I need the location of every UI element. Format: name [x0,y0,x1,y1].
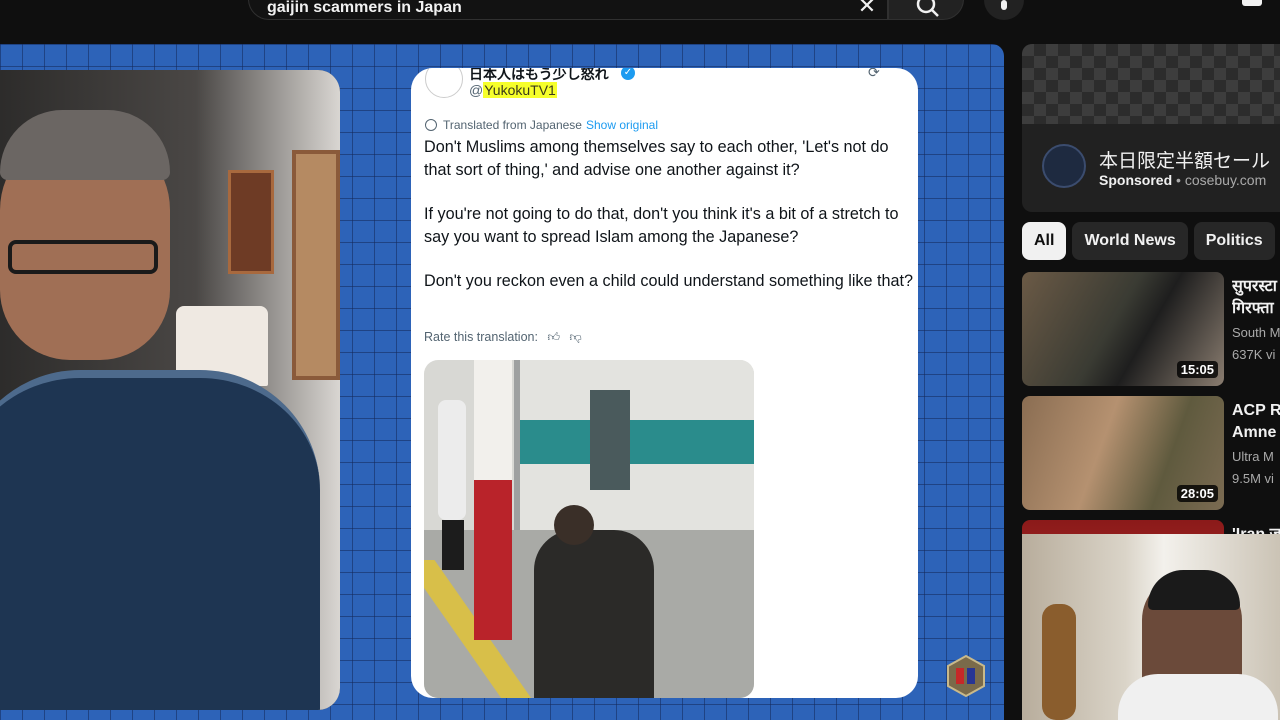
tweet-paragraph: Don't you reckon even a child could unde… [424,272,914,290]
ad-domain[interactable]: cosebuy.com [1185,172,1266,188]
ad-meta: Sponsored • cosebuy.com [1099,172,1266,188]
rate-label: Rate this translation: [424,330,538,344]
video-duration: 28:05 [1176,485,1218,502]
guitar [1042,604,1076,720]
presenter-video [0,70,340,710]
praying-man [534,530,654,698]
video-title-line: Amne [1232,424,1277,441]
tweet-paragraph: Don't Muslims among themselves say to ea… [424,138,889,179]
account-handle[interactable]: @YukokuTV1 [469,82,557,98]
handle-highlight: YukokuTV1 [483,82,557,98]
video-meta: Ultra M 9.5M vi [1232,446,1274,490]
video-meta: South M 637K vi [1232,322,1280,366]
translated-label: Translated from Japanese [443,118,582,132]
top-bar: gaijin scammers in Japan ✕ [0,0,1280,44]
train-door [590,390,630,490]
streamer-shirt [1118,674,1278,720]
view-count: 637K vi [1232,347,1276,362]
tweet-paragraph: If you're not going to do that, don't yo… [424,205,899,246]
rate-translation: Rate this translation: 👍︎ 👎︎ [424,330,582,345]
wall-frame [292,150,340,380]
glasses [8,240,158,274]
station-staff [438,400,466,520]
verified-badge-icon: ✓ [621,68,635,80]
tweet-photo[interactable] [424,360,754,698]
search-query[interactable]: gaijin scammers in Japan [267,0,462,17]
microphone-icon [1001,0,1007,10]
ad-banner-image[interactable] [1022,44,1280,124]
translate-icon [425,119,437,131]
show-original-link[interactable]: Show original [586,118,658,132]
handle-prefix: @ [469,82,484,98]
search-icon [916,0,939,17]
search-button[interactable] [888,0,964,20]
video-title-line: गिरफ्ता [1232,300,1274,317]
ad-title[interactable]: 本日限定半額セール [1099,146,1270,173]
video-player[interactable]: 日本人はもう少し怒れ ✓ @YukokuTV1 ⟳ Translated fro… [0,44,1004,720]
praying-man-head [554,505,594,545]
chat-icon[interactable] [1240,0,1264,10]
thumbs-up-icon[interactable]: 👍︎ [547,330,560,345]
channel-name: Ultra M [1232,449,1274,464]
translation-notice: Translated from Japanese Show original [425,118,658,132]
station-staff-legs [442,520,464,570]
video-duration: 15:05 [1176,361,1218,378]
train-stripe [520,420,754,464]
video-title-line: ACP R [1232,402,1280,419]
avatar[interactable] [425,68,463,98]
video-title-line: सुपरस्टा [1232,278,1277,295]
sponsored-label: Sponsored [1099,172,1173,188]
chip-all[interactable]: All [1022,222,1067,260]
sponsored-ad[interactable]: 本日限定半額セール Sponsored • cosebuy.com [1022,44,1280,212]
search-input[interactable]: gaijin scammers in Japan ✕ [248,0,888,20]
chip-world-news[interactable]: World News [1072,222,1188,260]
ad-separator: • [1172,172,1185,188]
tweet-card: 日本人はもう少し怒れ ✓ @YukokuTV1 ⟳ Translated fro… [411,68,918,698]
presenter-shirt [0,370,320,710]
wall-painting [228,170,274,274]
ad-logo[interactable] [1042,144,1086,188]
pillar-red-base [474,480,512,640]
recommended-video[interactable]: 28:05 ACP R Amne Ultra M 9.5M vi [1022,396,1280,510]
grok-icon[interactable]: ⟳ [868,68,884,80]
recommended-video[interactable]: 15:05 सुपरस्टा गिरफ्ता South M 637K vi [1022,272,1280,386]
channel-logo-icon [947,654,985,698]
video-title[interactable]: सुपरस्टा गिरफ्ता [1232,276,1280,320]
channel-name: South M [1232,325,1280,340]
voice-search-button[interactable] [984,0,1024,20]
chip-politics[interactable]: Politics [1193,222,1275,260]
reaction-cam [1022,534,1280,720]
video-title[interactable]: ACP R Amne [1232,400,1280,444]
filter-chips: All World News Politics [1022,222,1280,260]
close-icon[interactable]: ✕ [857,0,877,17]
view-count: 9.5M vi [1232,471,1274,486]
thumbs-down-icon[interactable]: 👎︎ [569,330,581,345]
